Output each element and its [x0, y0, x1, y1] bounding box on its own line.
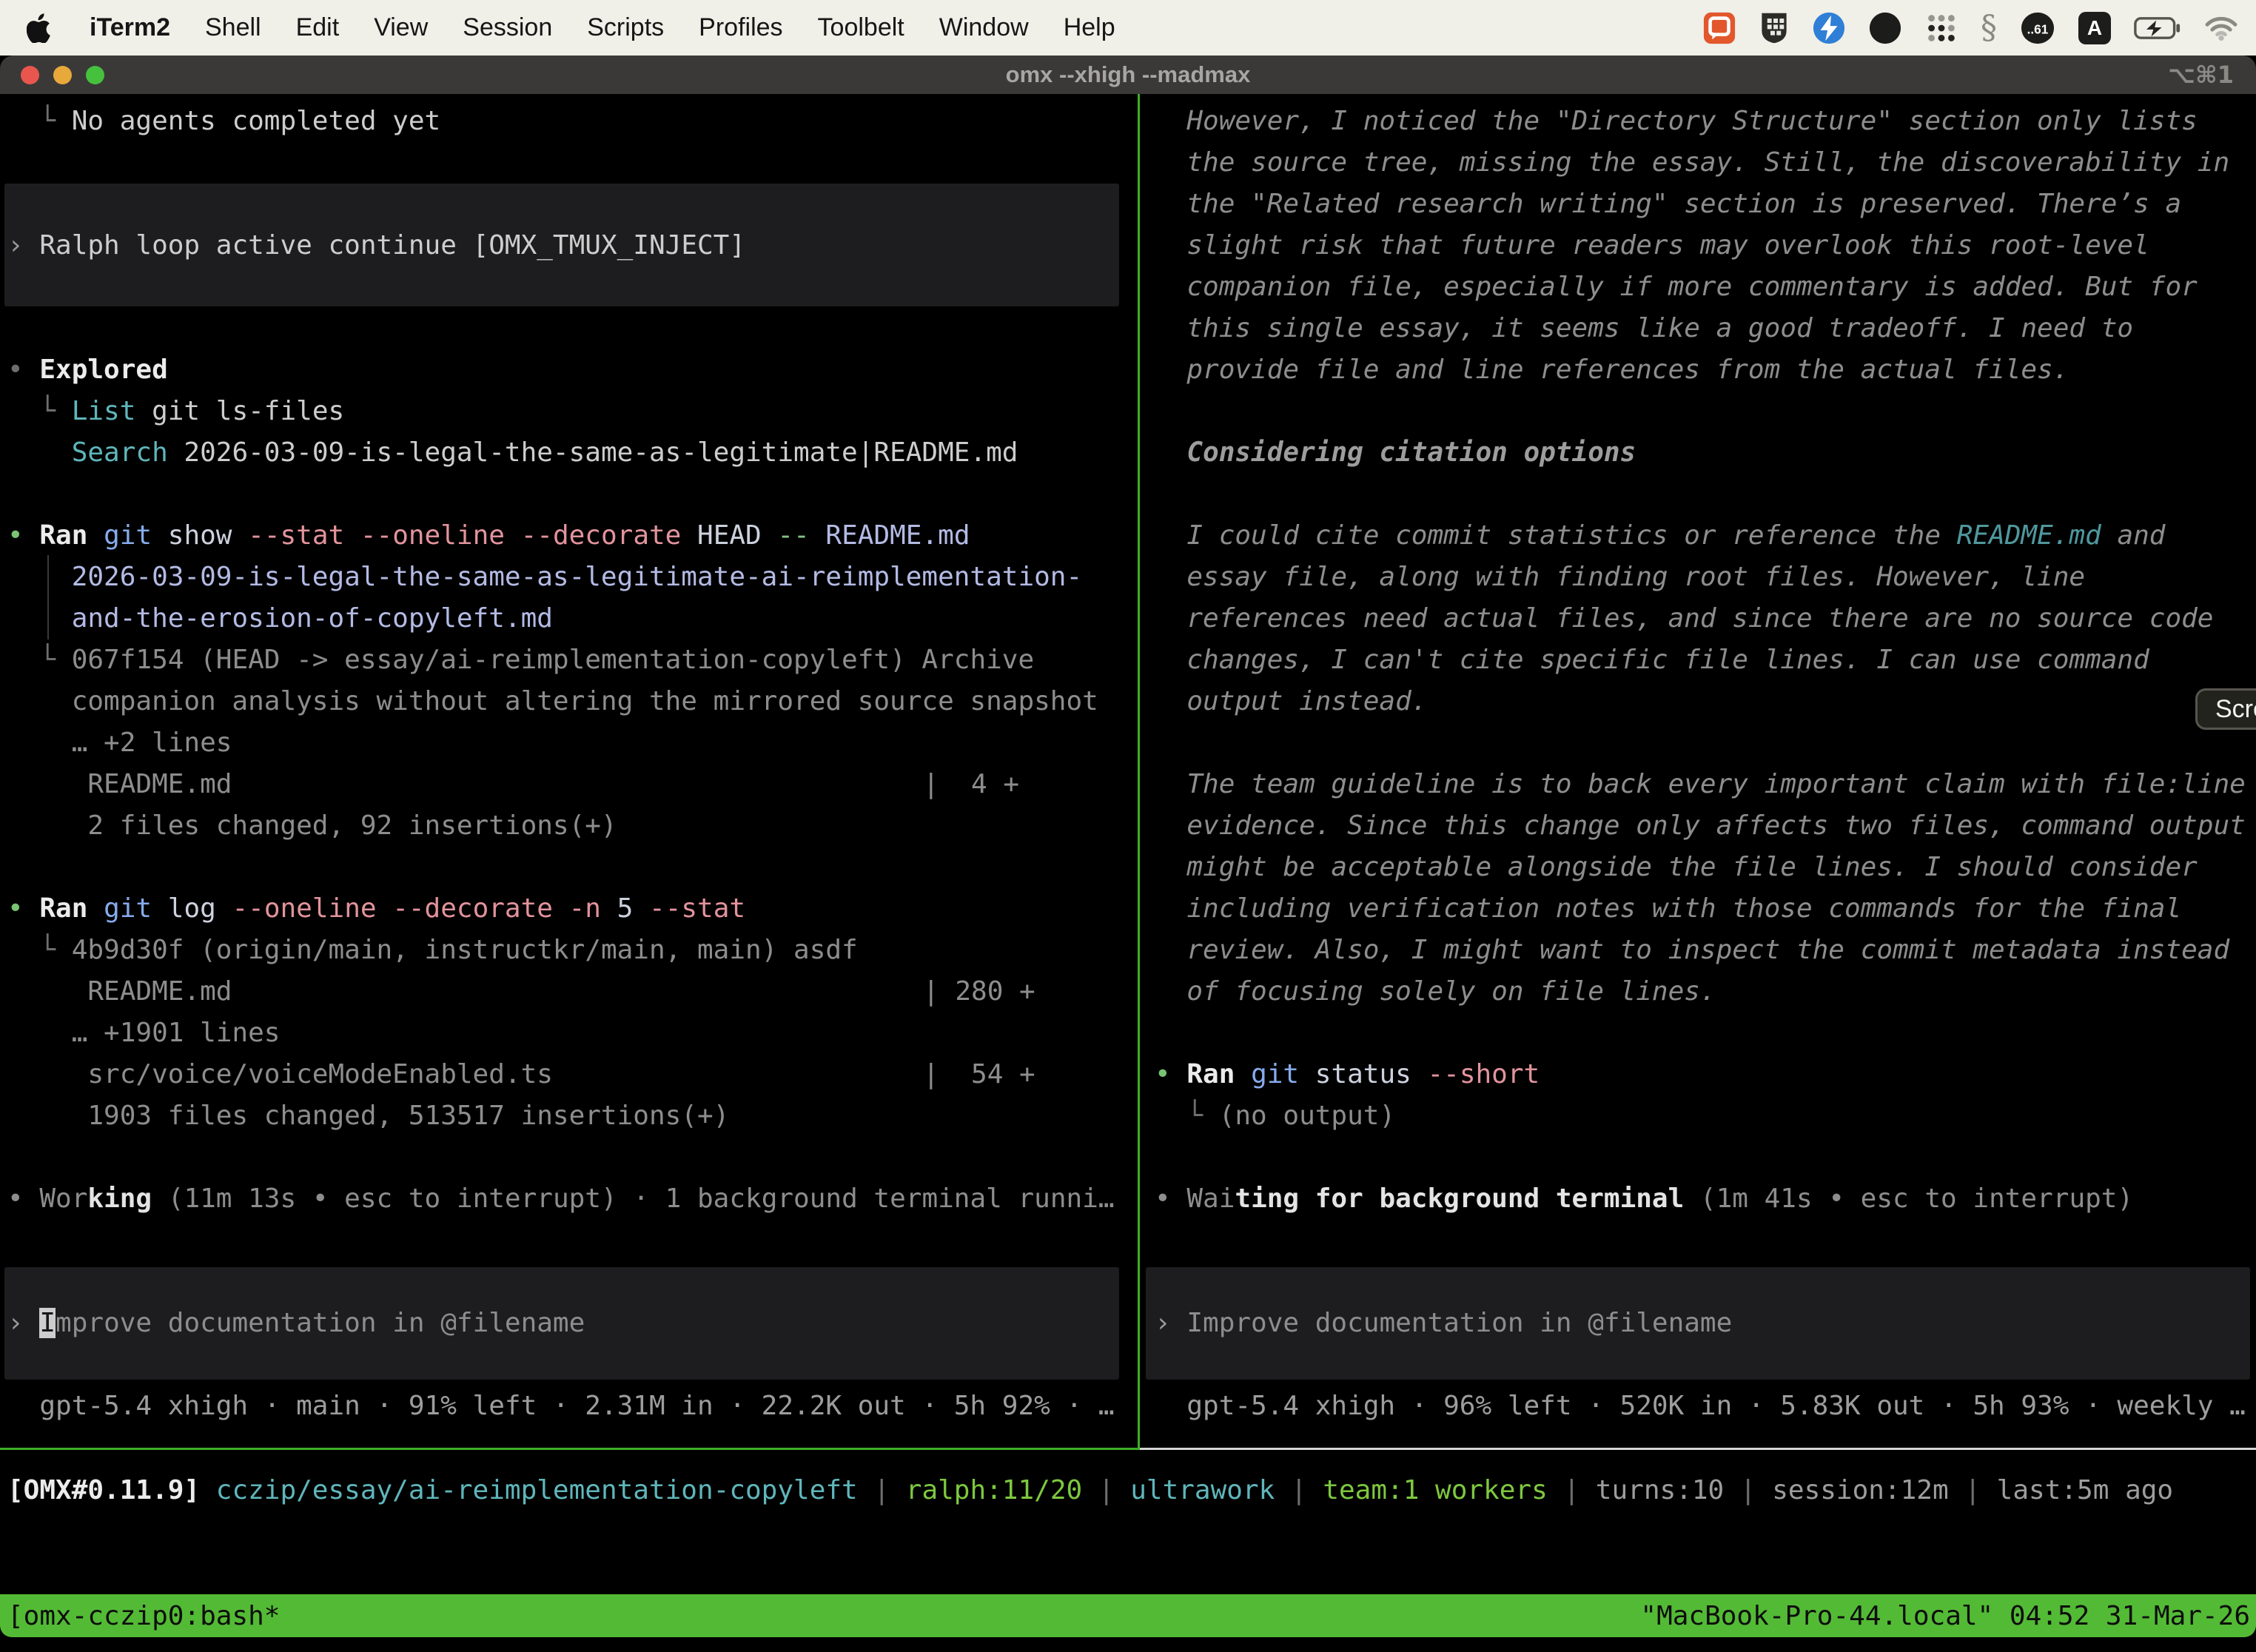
pane-divider — [1138, 94, 1140, 1450]
minimize-button[interactable] — [53, 66, 72, 84]
terminal-line-left: README.md| 4 + — [7, 764, 232, 805]
terminal-line-right: review. Also, I might want to inspect th… — [1155, 930, 2229, 971]
terminal-line-left: • Ran git log --oneline --decorate -n 5 … — [7, 888, 745, 930]
model-status-right: gpt-5.4 xhigh · 96% left · 520K in · 5.8… — [1155, 1386, 2246, 1427]
terminal-line-right: └ (no output) — [1155, 1095, 1395, 1137]
working-status: • Working (11m 13s • esc to interrupt) ·… — [7, 1178, 1115, 1220]
terminal-line-right: However, I noticed the "Directory Struct… — [1155, 101, 2198, 142]
terminal-line-right: this single essay, it seems like a good … — [1155, 308, 2133, 349]
terminal-line-left: companion analysis without altering the … — [7, 681, 1098, 722]
terminal-line-left: 2 files changed, 92 insertions(+) — [7, 805, 617, 847]
terminal-line-right: • Ran git status --short — [1155, 1054, 1540, 1095]
terminal-line-right: provide file and line references from th… — [1155, 349, 2069, 391]
ralph-loop-status: › Ralph loop active continue [OMX_TMUX_I… — [7, 225, 745, 266]
tooltip-label: Scre — [2215, 695, 2256, 724]
tmux-status-bar: [omx-cczip0:bash* "MacBook-Pro-44.local"… — [0, 1594, 2256, 1637]
terminal-line-left: └ 4b9d30f (origin/main, instructkr/main,… — [7, 930, 858, 971]
screen-share-tooltip: Scre — [2195, 688, 2256, 730]
omx-status-line: [OMX#0.11.9] cczip/essay/ai-reimplementa… — [7, 1470, 2173, 1511]
terminal-line-right: output instead. — [1155, 681, 1427, 722]
zoom-button[interactable] — [86, 66, 104, 84]
terminal-line-right: might be acceptable alongside the file l… — [1155, 847, 2198, 888]
thinking-heading: Considering citation options — [1155, 432, 1636, 474]
terminal-line-right: essay file, along with finding root file… — [1155, 557, 2085, 598]
terminal-line-left: 2026-03-09-is-legal-the-same-as-legitima… — [7, 557, 1082, 598]
terminal-line-right: I could cite commit statistics or refere… — [1155, 515, 2165, 557]
terminal-line-left: Search 2026-03-09-is-legal-the-same-as-l… — [7, 432, 1018, 474]
tmux-host-clock: "MacBook-Pro-44.local" 04:52 31-Mar-26 — [1640, 1601, 2250, 1631]
waiting-status: • Waiting for background terminal (1m 41… — [1155, 1178, 2133, 1220]
traffic-lights — [21, 66, 104, 84]
terminal-line-right: the "Related research writing" section i… — [1155, 184, 2181, 225]
terminal-line-left: README.md| 280 + — [7, 971, 232, 1013]
pane-bottom-border-left — [0, 1448, 1138, 1450]
terminal-line-left: 1903 files changed, 513517 insertions(+) — [7, 1095, 729, 1137]
terminal-line-right: companion file, especially if more comme… — [1155, 266, 2198, 308]
terminal-line-right: the source tree, missing the essay. Stil… — [1155, 142, 2229, 184]
terminal-line-left: src/voice/voiceModeEnabled.ts| 54 + — [7, 1054, 553, 1095]
terminal-line-left: … +1901 lines — [7, 1013, 280, 1054]
terminal-line-left: and-the-erosion-of-copyleft.md — [7, 598, 553, 639]
terminal-line-left: └ List git ls-files — [7, 391, 344, 432]
tmux-session-tab[interactable]: [omx-cczip0:bash* — [7, 1601, 280, 1631]
terminal-line-left: └ No agents completed yet — [7, 101, 440, 142]
terminal-line-right: references need actual files, and since … — [1155, 598, 2213, 639]
terminal-line-right: The team guideline is to back every impo… — [1155, 764, 2246, 805]
prompt-input-left[interactable]: › Improve documentation in @filename — [7, 1303, 585, 1344]
terminal-line-right: changes, I can't cite specific file line… — [1155, 639, 2149, 681]
terminal-line-right: evidence. Since this change only affects… — [1155, 805, 2246, 847]
text-cursor: I — [39, 1308, 56, 1338]
close-button[interactable] — [21, 66, 39, 84]
terminal-line-left: … +2 lines — [7, 722, 232, 764]
terminal-line-right: of focusing solely on file lines. — [1155, 971, 1716, 1013]
prompt-input-right[interactable]: › Improve documentation in @filename — [1155, 1303, 1732, 1344]
pane-bottom-border-right — [1140, 1448, 2256, 1450]
terminal-line-right: including verification notes with those … — [1155, 888, 2181, 930]
terminal: └ No agents completed yet › Ralph loop ac… — [0, 0, 2256, 1652]
terminal-line-left: • Explored — [7, 349, 168, 391]
terminal-line-right: slight risk that future readers may over… — [1155, 225, 2149, 266]
terminal-line-left: • Ran git show --stat --oneline --decora… — [7, 515, 970, 557]
model-status-left: gpt-5.4 xhigh · main · 91% left · 2.31M … — [7, 1386, 1115, 1427]
terminal-line-left: └ 067f154 (HEAD -> essay/ai-reimplementa… — [7, 639, 1034, 681]
